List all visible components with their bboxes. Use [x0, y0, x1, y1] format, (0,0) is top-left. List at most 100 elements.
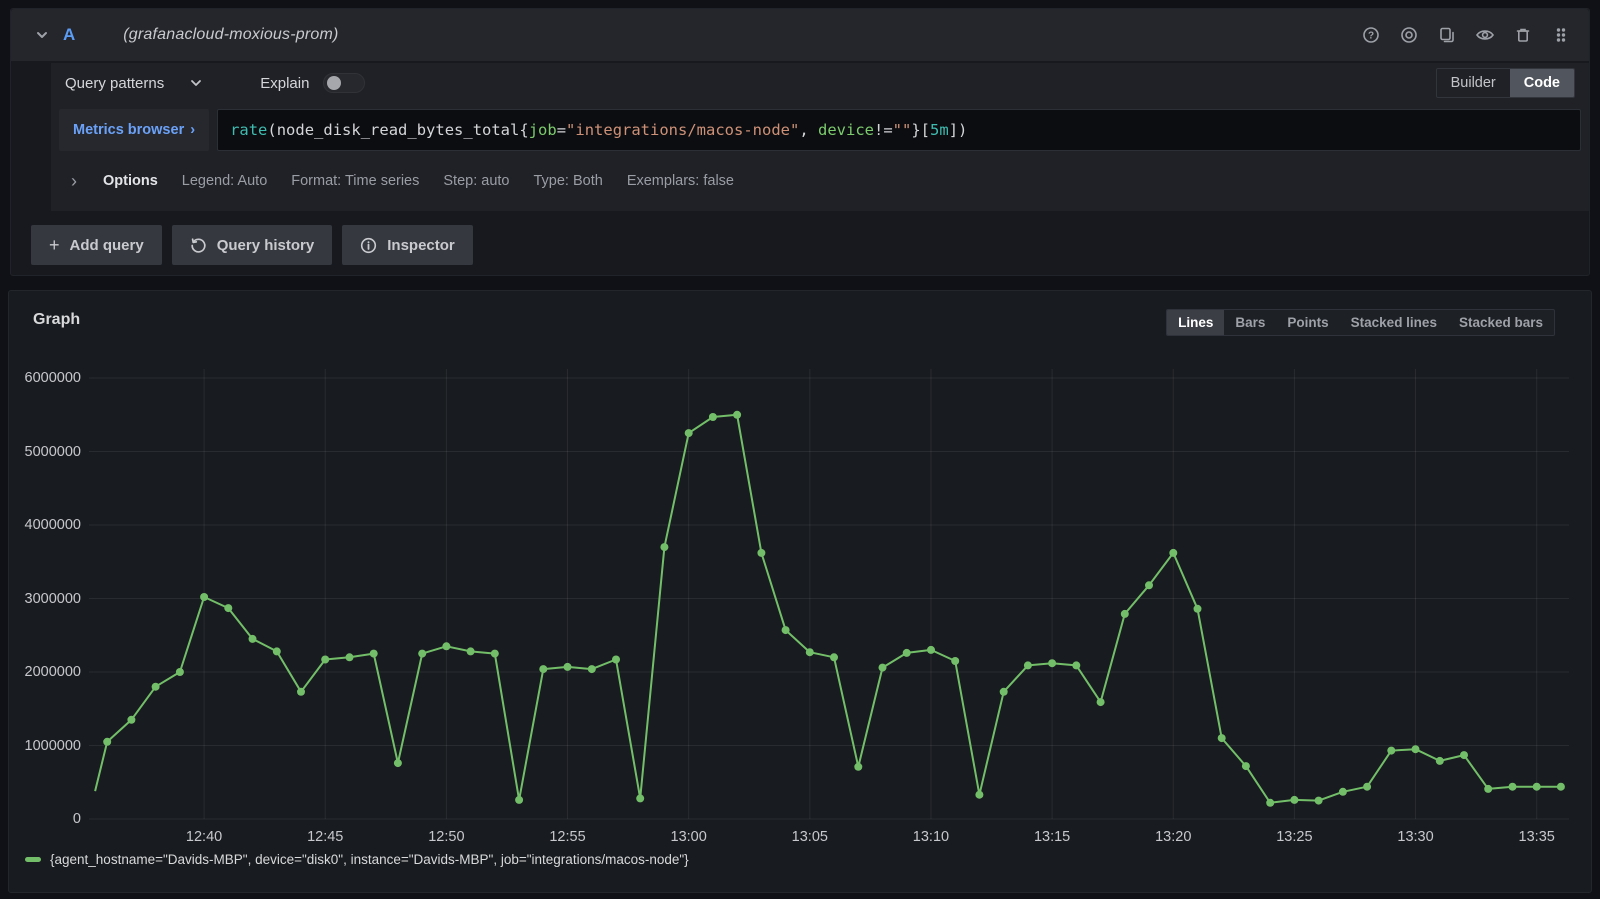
data-point[interactable] — [636, 794, 644, 802]
data-point[interactable] — [1048, 659, 1056, 667]
data-point[interactable] — [1387, 747, 1395, 755]
data-point[interactable] — [782, 626, 790, 634]
data-point[interactable] — [1509, 783, 1517, 791]
data-point[interactable] — [1000, 688, 1008, 696]
drag-handle-icon[interactable] — [1547, 21, 1575, 49]
series-color-marker[interactable] — [25, 857, 41, 862]
data-point[interactable] — [418, 650, 426, 658]
data-point[interactable] — [806, 648, 814, 656]
data-point[interactable] — [1484, 785, 1492, 793]
query-row-header[interactable]: A (grafanacloud-moxious-prom) ? — [11, 9, 1589, 61]
data-point[interactable] — [1121, 610, 1129, 618]
data-point[interactable] — [660, 543, 668, 551]
data-point[interactable] — [1194, 605, 1202, 613]
data-point[interactable] — [951, 657, 959, 665]
option-summary-item: Step: auto — [443, 173, 509, 189]
data-point[interactable] — [394, 759, 402, 767]
time-series-chart[interactable]: 0100000020000003000000400000050000006000… — [9, 291, 1591, 892]
data-point[interactable] — [733, 411, 741, 419]
data-point[interactable] — [1218, 734, 1226, 742]
data-point[interactable] — [685, 429, 693, 437]
data-point[interactable] — [927, 646, 935, 654]
help-icon[interactable]: ? — [1357, 21, 1385, 49]
x-tick-label: 12:45 — [280, 829, 370, 845]
inspector-button[interactable]: Inspector — [342, 225, 473, 265]
query-history-button[interactable]: Query history — [172, 225, 333, 265]
data-point[interactable] — [1533, 783, 1541, 791]
query-token: (node_disk_read_bytes_total{ — [267, 121, 528, 139]
data-point[interactable] — [975, 791, 983, 799]
data-point[interactable] — [200, 593, 208, 601]
plus-icon: + — [49, 235, 60, 256]
data-point[interactable] — [321, 656, 329, 664]
data-point[interactable] — [1557, 783, 1565, 791]
metrics-browser-button[interactable]: Metrics browser › — [59, 109, 209, 151]
plot-area[interactable] — [89, 369, 1569, 820]
add-query-button[interactable]: + Add query — [31, 225, 162, 265]
data-point[interactable] — [103, 738, 111, 746]
series-legend-label[interactable]: {agent_hostname="Davids-MBP", device="di… — [50, 852, 689, 867]
data-point[interactable] — [176, 668, 184, 676]
data-point[interactable] — [297, 688, 305, 696]
query-options-row[interactable]: › Options Legend: AutoFormat: Time serie… — [59, 159, 1581, 203]
data-point[interactable] — [1266, 799, 1274, 807]
page: A (grafanacloud-moxious-prom) ? — [0, 0, 1600, 899]
data-point[interactable] — [370, 650, 378, 658]
disable-query-record-icon[interactable] — [1395, 21, 1423, 49]
data-point[interactable] — [757, 549, 765, 557]
data-point[interactable] — [1460, 751, 1468, 759]
data-point[interactable] — [1169, 549, 1177, 557]
y-tick-label: 1000000 — [15, 736, 81, 756]
data-point[interactable] — [273, 647, 281, 655]
query-patterns-label: Query patterns — [65, 75, 164, 92]
data-point[interactable] — [1436, 757, 1444, 765]
builder-mode-button[interactable]: Builder — [1437, 69, 1510, 97]
query-editor-subcard: Query patterns Explain Builder Code Metr… — [51, 63, 1589, 211]
data-point[interactable] — [515, 796, 523, 804]
data-point[interactable] — [1363, 783, 1371, 791]
data-point[interactable] — [1412, 745, 1420, 753]
data-point[interactable] — [539, 665, 547, 673]
data-point[interactable] — [152, 683, 160, 691]
query-patterns-button[interactable]: Query patterns — [65, 75, 202, 92]
data-point[interactable] — [1145, 581, 1153, 589]
data-point[interactable] — [879, 664, 887, 672]
data-point[interactable] — [1072, 661, 1080, 669]
data-point[interactable] — [564, 663, 572, 671]
data-point[interactable] — [127, 716, 135, 724]
data-point[interactable] — [1290, 796, 1298, 804]
data-point[interactable] — [442, 642, 450, 650]
data-point[interactable] — [467, 647, 475, 655]
options-chevron-right-icon[interactable]: › — [71, 172, 77, 190]
data-point[interactable] — [1097, 698, 1105, 706]
y-tick-label: 5000000 — [15, 442, 81, 462]
data-point[interactable] — [588, 665, 596, 673]
collapse-chevron-down-icon[interactable] — [35, 28, 49, 42]
data-point[interactable] — [903, 649, 911, 657]
data-point[interactable] — [1242, 762, 1250, 770]
data-point[interactable] — [830, 653, 838, 661]
data-point[interactable] — [1339, 788, 1347, 796]
query-code-input[interactable]: rate(node_disk_read_bytes_total{job="int… — [217, 109, 1581, 151]
data-point[interactable] — [1315, 797, 1323, 805]
data-point[interactable] — [709, 413, 717, 421]
data-point[interactable] — [854, 763, 862, 771]
x-tick-label: 12:40 — [159, 829, 249, 845]
data-point[interactable] — [1024, 661, 1032, 669]
x-tick-label: 13:30 — [1371, 829, 1461, 845]
data-point[interactable] — [224, 604, 232, 612]
hide-response-eye-icon[interactable] — [1471, 21, 1499, 49]
data-point[interactable] — [612, 656, 620, 664]
x-tick-label: 13:35 — [1492, 829, 1582, 845]
data-point[interactable] — [491, 650, 499, 658]
y-tick-label: 2000000 — [15, 662, 81, 682]
series-line — [95, 415, 1561, 803]
data-point[interactable] — [346, 653, 354, 661]
remove-query-trash-icon[interactable] — [1509, 21, 1537, 49]
data-point[interactable] — [249, 635, 257, 643]
code-mode-button[interactable]: Code — [1510, 69, 1574, 97]
duplicate-copy-icon[interactable] — [1433, 21, 1461, 49]
query-token: device — [818, 121, 874, 139]
explain-toggle[interactable] — [323, 73, 365, 93]
options-title: Options — [103, 173, 158, 189]
